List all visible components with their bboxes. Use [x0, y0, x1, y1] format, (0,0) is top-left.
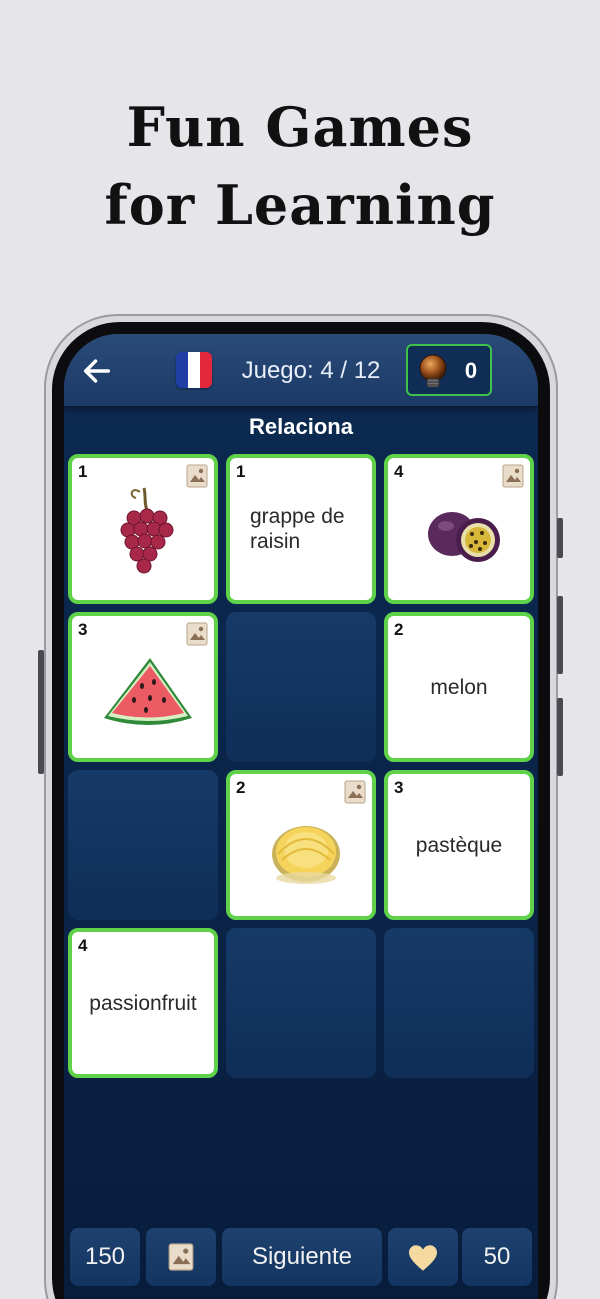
heart-button[interactable] [388, 1228, 458, 1286]
card-word-grappe-de-raisin[interactable]: 1 grappe de raisin [226, 454, 376, 604]
card-number: 1 [78, 462, 88, 481]
photo-album-icon [168, 1243, 194, 1271]
flag-stripe-white [188, 352, 200, 388]
melon-image [272, 826, 340, 884]
card-word: pastèque [415, 833, 503, 857]
card-word: passionfruit [89, 991, 197, 1015]
phone-volume-button [38, 650, 44, 774]
card-word: grappe de raisin [250, 505, 345, 553]
top-bar: Juego: 4 / 12 0 [64, 334, 538, 406]
card-empty-slot [226, 928, 376, 1078]
card-word: melon [430, 675, 488, 699]
card-number: 4 [394, 462, 404, 481]
lives-counter[interactable]: 50 [462, 1228, 532, 1286]
card-image-watermelon[interactable]: 3 [68, 612, 218, 762]
flag-stripe-red [200, 352, 212, 388]
flag-stripe-blue [176, 352, 188, 388]
card-empty-slot [68, 770, 218, 920]
card-number: 2 [236, 778, 246, 797]
promo-title-line1: Fun Games [126, 95, 474, 159]
hint-count: 0 [464, 358, 478, 383]
passionfruit-image [428, 512, 500, 562]
next-button[interactable]: Siguiente [222, 1228, 382, 1286]
card-number: 3 [78, 620, 88, 639]
game-counter: Juego: 4 / 12 [241, 357, 381, 384]
hint-button[interactable]: 0 [406, 344, 492, 396]
card-image-melon[interactable]: 2 [226, 770, 376, 920]
phone-side-button-2 [557, 596, 563, 674]
card-word-pasteque[interactable]: 3 pastèque [384, 770, 534, 920]
lightbulb-icon [419, 354, 447, 388]
phone-power-button [557, 518, 563, 558]
bottom-bar: 150 Siguiente 50 [64, 1228, 538, 1298]
promo-title-line2: for Learning [104, 173, 496, 237]
promo-title: Fun Games for Learning [0, 88, 600, 244]
watermelon-image [104, 658, 192, 725]
card-image-passionfruit[interactable]: 4 [384, 454, 534, 604]
phone-side-button-3 [557, 698, 563, 776]
card-image-grapes[interactable]: 1 [68, 454, 218, 604]
grapes-image [120, 487, 174, 574]
coins-counter[interactable]: 150 [70, 1228, 140, 1286]
card-word-melon[interactable]: 2 melon [384, 612, 534, 762]
french-flag-icon[interactable] [176, 352, 212, 388]
album-button[interactable] [146, 1228, 216, 1286]
card-empty-slot [226, 612, 376, 762]
section-title: Relaciona [249, 414, 353, 439]
heart-icon [409, 1245, 437, 1271]
back-arrow-icon[interactable] [80, 354, 114, 388]
card-word-passionfruit[interactable]: 4 passionfruit [68, 928, 218, 1078]
app-screen: Juego: 4 / 12 0 Relaciona 1 1 grappe de … [64, 334, 538, 1299]
card-empty-slot [384, 928, 534, 1078]
